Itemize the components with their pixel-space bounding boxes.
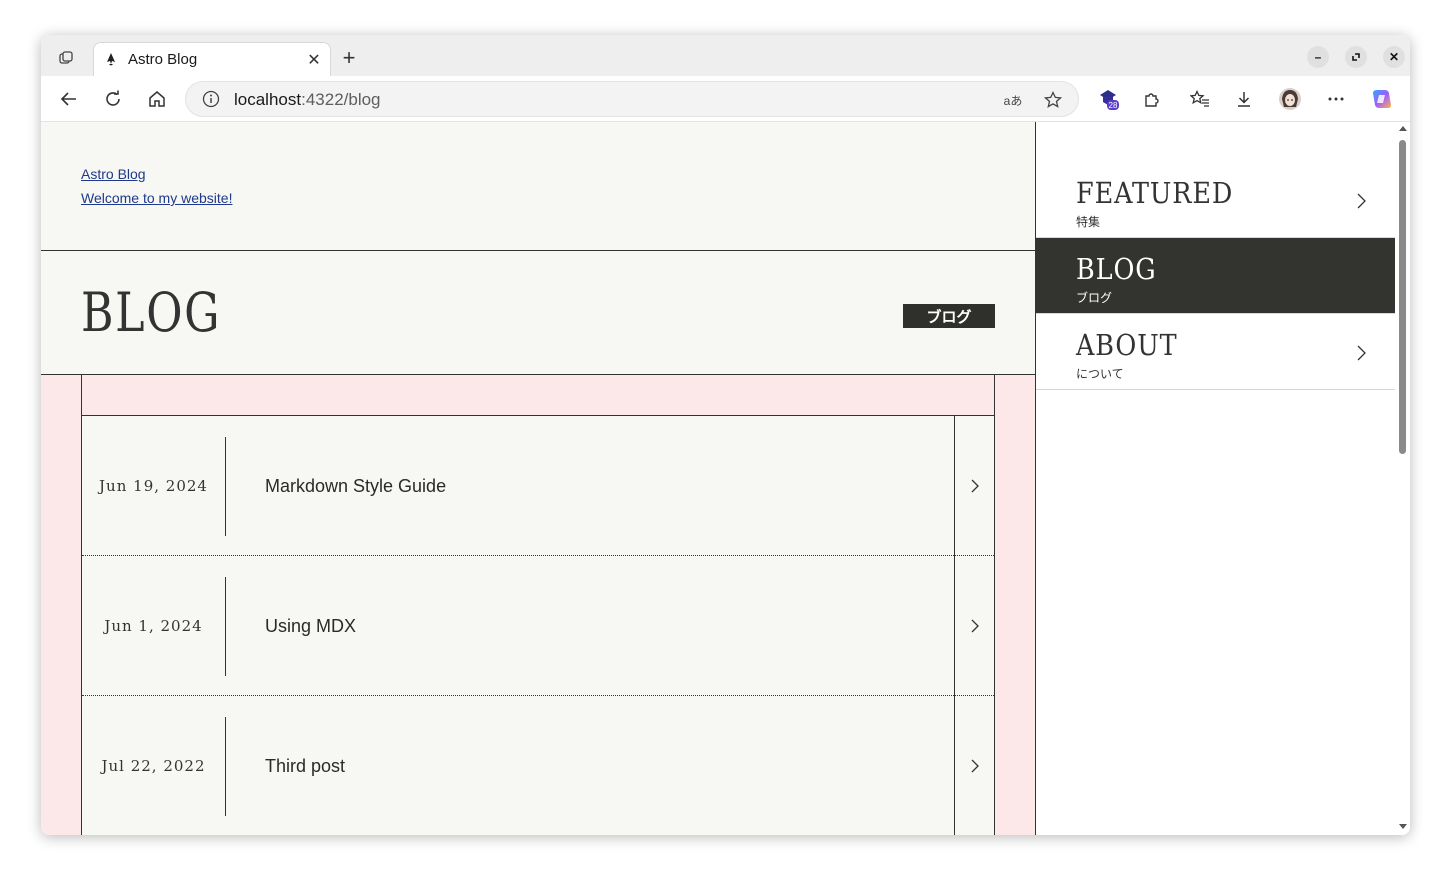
astro-favicon-icon (104, 52, 118, 67)
chevron-right-icon (1350, 190, 1372, 212)
svg-text:28: 28 (1109, 101, 1118, 110)
post-divider (225, 577, 226, 676)
nav-item-sublabel: ブログ (1076, 291, 1113, 305)
post-divider (225, 717, 226, 816)
nav-item-blog[interactable]: BLOG ブログ (1036, 238, 1395, 314)
page-viewport: Astro Blog Welcome to my website! BLOG ブ… (41, 122, 1410, 835)
page-scrollbar[interactable] (1395, 122, 1410, 835)
profile-avatar[interactable] (1278, 87, 1302, 111)
favorite-star-icon[interactable] (1042, 89, 1064, 111)
restore-icon[interactable] (1345, 46, 1367, 68)
read-aloud-icon[interactable]: aあ (1002, 89, 1024, 111)
extensions-puzzle-icon[interactable] (1140, 87, 1164, 111)
post-row[interactable]: Jul 22, 2022 Third post (82, 696, 994, 835)
blog-hero: BLOG ブログ (41, 251, 1035, 375)
nav-item-about[interactable]: ABOUT について (1036, 314, 1395, 390)
close-window-icon[interactable]: ✕ (1383, 46, 1405, 68)
post-row[interactable]: Jun 19, 2024 Markdown Style Guide (82, 416, 994, 556)
post-date: Jul 22, 2022 (101, 757, 206, 775)
post-row[interactable]: Jun 1, 2024 Using MDX (82, 556, 994, 696)
more-options-icon[interactable] (1324, 87, 1348, 111)
reload-icon[interactable] (101, 87, 125, 111)
post-list-header (82, 375, 994, 416)
post-title[interactable]: Third post (265, 696, 345, 835)
nav-item-label: BLOG (1076, 252, 1157, 286)
address-bar[interactable]: localhost:4322/blog aあ (185, 81, 1079, 117)
nav-item-sublabel: について (1076, 367, 1124, 381)
post-title[interactable]: Using MDX (265, 556, 356, 696)
post-title[interactable]: Markdown Style Guide (265, 416, 446, 556)
page-title-tag: ブログ (903, 304, 995, 328)
extension-shield-icon[interactable]: 28 (1096, 87, 1120, 111)
post-date: Jun 1, 2024 (104, 617, 203, 635)
site-title-link[interactable]: Astro Blog (81, 166, 146, 182)
browser-toolbar: localhost:4322/blog aあ 28 (41, 76, 1410, 122)
tab-title: Astro Blog (128, 51, 198, 68)
tab-astro-blog[interactable]: Astro Blog ✕ (93, 42, 331, 76)
tab-strip: Astro Blog ✕ + – ✕ (41, 35, 1410, 76)
post-list: Jun 19, 2024 Markdown Style Guide Jun 1,… (81, 375, 995, 835)
page-title: BLOG (81, 281, 222, 344)
post-date: Jun 19, 2024 (99, 477, 208, 495)
site-tagline-link[interactable]: Welcome to my website! (81, 190, 232, 206)
minimize-icon[interactable]: – (1307, 46, 1329, 68)
back-icon[interactable] (57, 87, 81, 111)
post-list-area: Jun 19, 2024 Markdown Style Guide Jun 1,… (41, 375, 1035, 835)
favorites-icon[interactable] (1188, 87, 1212, 111)
browser-window: Astro Blog ✕ + – ✕ localhost:4322/blog a… (41, 35, 1410, 835)
new-tab-icon[interactable]: + (338, 45, 360, 70)
chevron-right-icon (1350, 342, 1372, 364)
sidebar-nav: FEATURED 特集 BLOG ブログ ABOUT について (1035, 122, 1395, 835)
scrollbar-thumb[interactable] (1399, 140, 1406, 454)
chevron-right-icon[interactable] (954, 416, 994, 556)
scroll-down-icon[interactable] (1399, 824, 1407, 829)
chevron-right-icon[interactable] (954, 556, 994, 696)
url-text: localhost:4322/blog (234, 90, 381, 109)
copilot-icon[interactable] (1370, 87, 1394, 111)
site-info-icon[interactable] (202, 90, 220, 108)
nav-item-label: FEATURED (1076, 176, 1234, 210)
site-header: Astro Blog Welcome to my website! (41, 122, 1035, 251)
nav-item-sublabel: 特集 (1076, 215, 1101, 229)
tab-actions-icon[interactable] (55, 47, 77, 69)
nav-item-featured[interactable]: FEATURED 特集 (1036, 162, 1395, 238)
main-content: Astro Blog Welcome to my website! BLOG ブ… (41, 122, 1035, 835)
downloads-icon[interactable] (1232, 87, 1256, 111)
home-icon[interactable] (145, 87, 169, 111)
scroll-up-icon[interactable] (1399, 126, 1407, 131)
close-icon[interactable]: ✕ (304, 50, 324, 70)
chevron-right-icon[interactable] (954, 696, 994, 835)
nav-item-label: ABOUT (1076, 328, 1178, 362)
post-divider (225, 437, 226, 536)
